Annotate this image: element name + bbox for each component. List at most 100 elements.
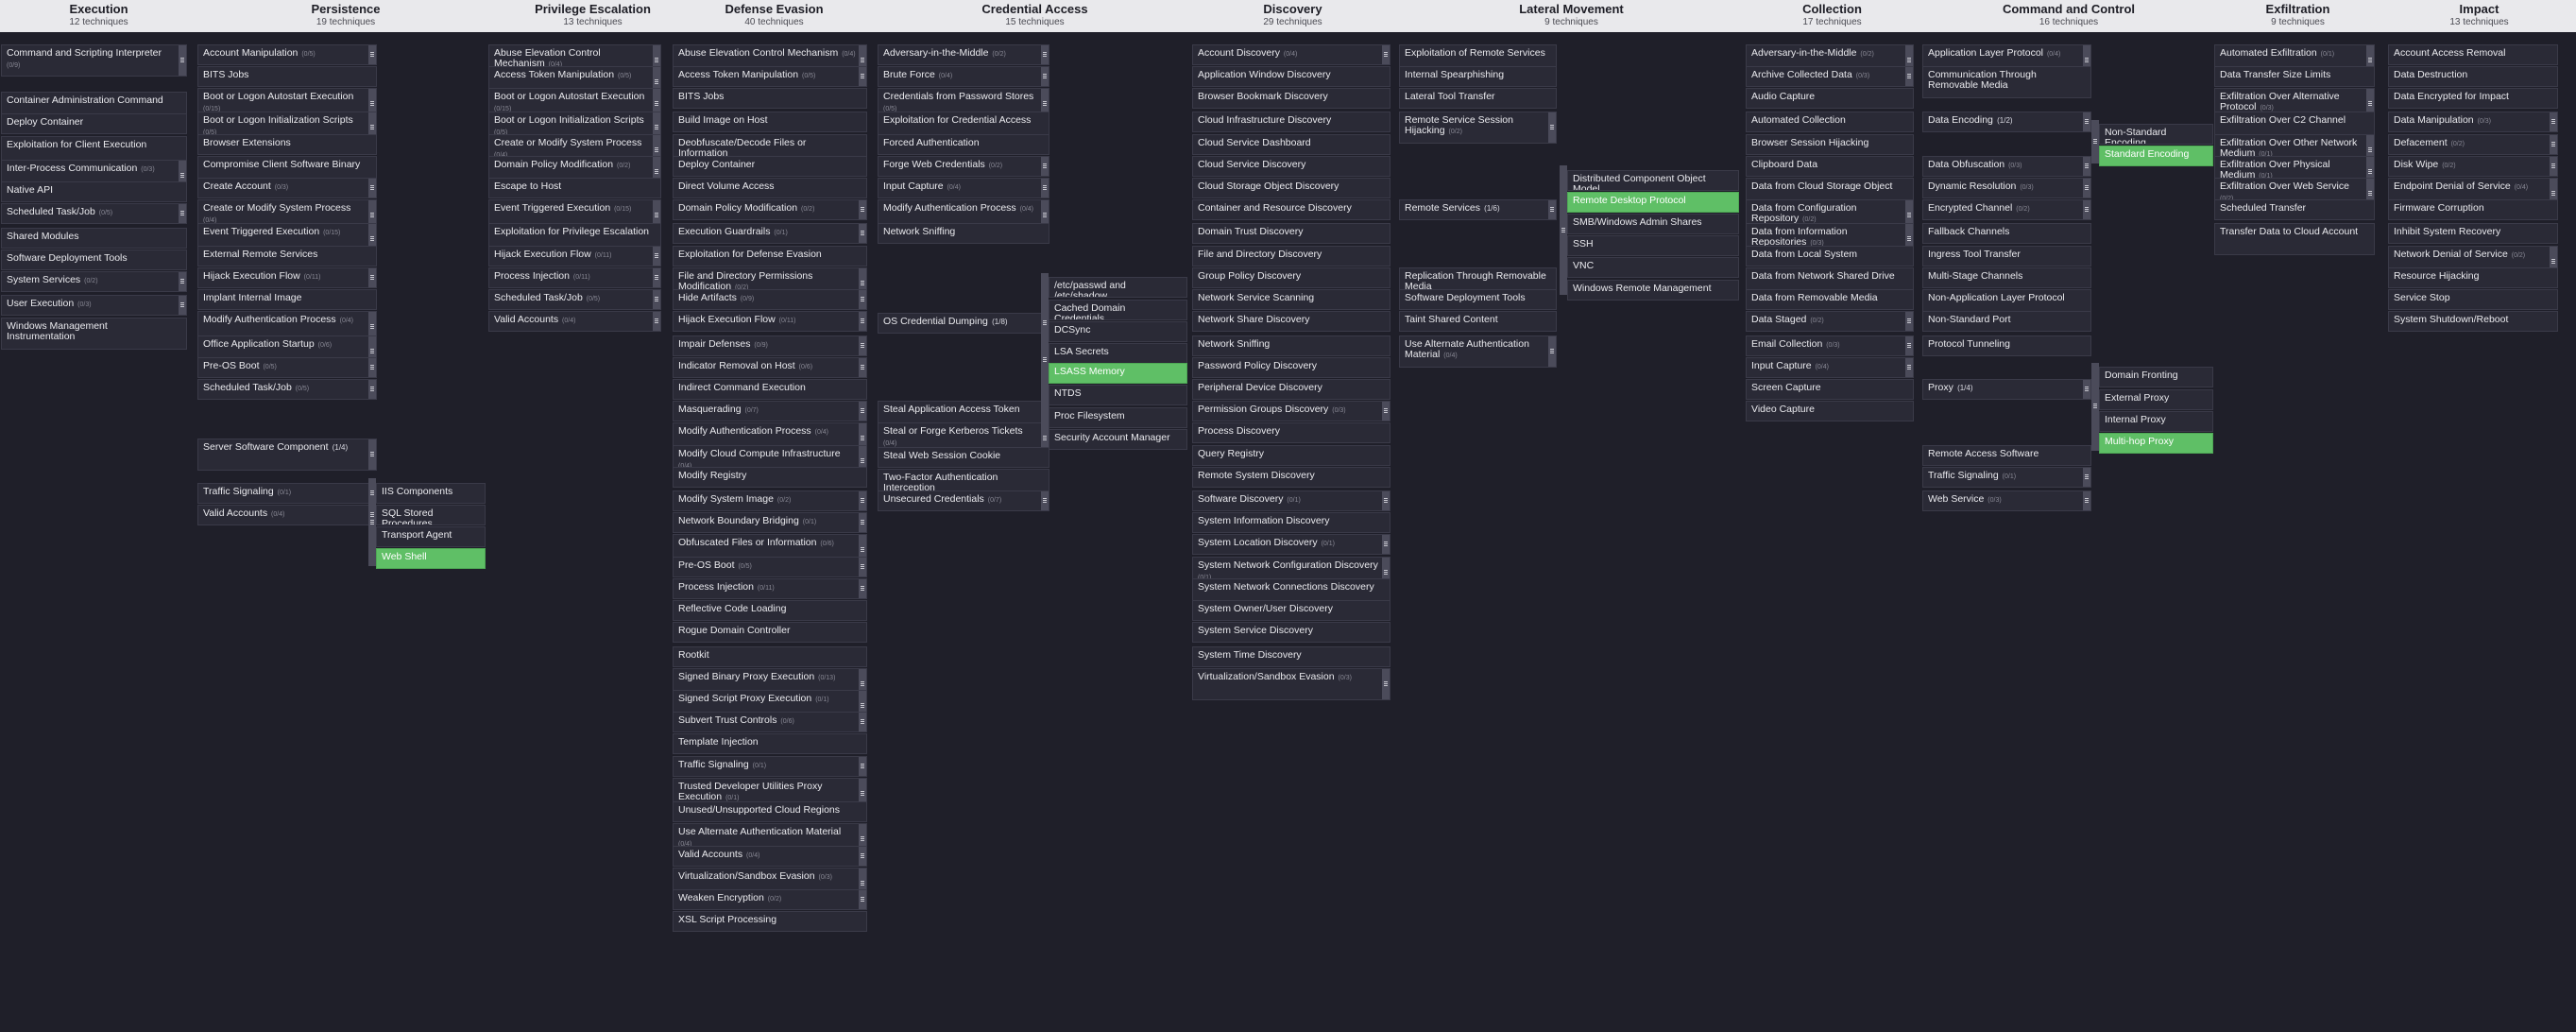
expand-handle-icon[interactable] <box>2368 146 2372 153</box>
technique-xsl-script-processing[interactable]: XSL Script Processing <box>673 911 867 933</box>
technique-cloud-infrastructure-discovery[interactable]: Cloud Infrastructure Discovery <box>1192 112 1390 133</box>
expand-handle-icon[interactable] <box>370 511 374 518</box>
technique-steal-web-session-cookie[interactable]: Steal Web Session Cookie <box>878 446 1049 468</box>
subtechnique-lsa-secrets[interactable]: LSA Secrets <box>1049 343 1187 365</box>
technique-build-image-on-host[interactable]: Build Image on Host <box>673 112 867 133</box>
expand-handle-icon[interactable] <box>861 73 864 79</box>
technique-input-capture[interactable]: Input Capture (0/4) <box>1746 356 1914 378</box>
expand-handle-icon[interactable] <box>2368 57 2372 63</box>
tactic-header-credential-access[interactable]: Credential Access 15 techniques <box>874 0 1196 28</box>
technique-input-capture[interactable]: Input Capture (0/4) <box>878 177 1049 198</box>
expand-handle-icon[interactable] <box>180 279 184 285</box>
technique-audio-capture[interactable]: Audio Capture <box>1746 88 1914 110</box>
technique-virtualization-sandbox-evasion[interactable]: Virtualization/Sandbox Evasion (0/3) <box>1192 667 1390 700</box>
technique-query-registry[interactable]: Query Registry <box>1192 444 1390 466</box>
technique-account-manipulation[interactable]: Account Manipulation (0/5) <box>197 43 377 65</box>
technique-transfer-data-to-cloud-account[interactable]: Transfer Data to Cloud Account <box>2214 223 2375 256</box>
expand-handle-icon[interactable] <box>2085 498 2089 505</box>
subtechnique-sidebar[interactable] <box>2091 363 2099 451</box>
expand-handle-icon[interactable] <box>1043 213 1047 219</box>
expand-handle-icon[interactable] <box>370 348 374 354</box>
collapse-handle-icon[interactable] <box>1043 356 1047 363</box>
expand-handle-icon[interactable] <box>861 520 864 526</box>
technique-defacement[interactable]: Defacement (0/2) <box>2388 133 2558 155</box>
technique-template-injection[interactable]: Template Injection <box>673 733 867 755</box>
technique-system-information-discovery[interactable]: System Information Discovery <box>1192 512 1390 534</box>
expand-handle-icon[interactable] <box>861 57 864 63</box>
expand-handle-icon[interactable] <box>1907 342 1911 349</box>
expand-handle-icon[interactable] <box>861 585 864 592</box>
technique-hide-artifacts[interactable]: Hide Artifacts (0/9) <box>673 289 867 311</box>
technique-disk-wipe[interactable]: Disk Wipe (0/2) <box>2388 155 2558 177</box>
technique-permission-groups-discovery[interactable]: Permission Groups Discovery (0/3) <box>1192 401 1390 422</box>
expand-handle-icon[interactable] <box>655 146 658 153</box>
technique-remote-services[interactable]: Remote Services (1/6) <box>1399 199 1557 221</box>
technique-subvert-trust-controls[interactable]: Subvert Trust Controls (0/6) <box>673 712 867 733</box>
technique-data-destruction[interactable]: Data Destruction <box>2388 65 2558 87</box>
expand-handle-icon[interactable] <box>655 318 658 325</box>
expand-handle-icon[interactable] <box>2368 168 2372 175</box>
tactic-header-impact[interactable]: Impact 13 techniques <box>2384 0 2574 28</box>
technique-system-service-discovery[interactable]: System Service Discovery <box>1192 622 1390 644</box>
expand-handle-icon[interactable] <box>1043 101 1047 108</box>
technique-pre-os-boot[interactable]: Pre-OS Boot (0/5) <box>197 356 377 378</box>
subtechnique-dcsync[interactable]: DCSync <box>1049 320 1187 342</box>
expand-handle-icon[interactable] <box>180 211 184 217</box>
expand-handle-icon[interactable] <box>1384 680 1388 687</box>
technique-weaken-encryption[interactable]: Weaken Encryption (0/2) <box>673 888 867 910</box>
expand-handle-icon[interactable] <box>861 280 864 286</box>
expand-handle-icon[interactable] <box>655 57 658 63</box>
technique-modify-registry[interactable]: Modify Registry <box>673 466 867 488</box>
technique-windows-management-instrumentation[interactable]: Windows Management Instrumentation <box>1 317 187 350</box>
expand-handle-icon[interactable] <box>370 324 374 331</box>
expand-handle-icon[interactable] <box>655 213 658 219</box>
expand-handle-icon[interactable] <box>1907 318 1911 325</box>
technique-process-injection[interactable]: Process Injection (0/11) <box>488 267 661 288</box>
technique-data-encoding[interactable]: Data Encoding (1/2) <box>1922 112 2091 133</box>
technique-escape-to-host[interactable]: Escape to Host <box>488 177 661 198</box>
expand-handle-icon[interactable] <box>655 252 658 259</box>
technique-direct-volume-access[interactable]: Direct Volume Access <box>673 177 867 198</box>
technique-data-from-local-system[interactable]: Data from Local System <box>1746 245 1914 267</box>
technique-rogue-domain-controller[interactable]: Rogue Domain Controller <box>673 622 867 644</box>
expand-handle-icon[interactable] <box>1043 73 1047 79</box>
technique-communication-through-removable-media[interactable]: Communication Through Removable Media <box>1922 65 2091 98</box>
technique-use-alternate-authentication-material[interactable]: Use Alternate Authentication Material (0… <box>1399 335 1557 368</box>
technique-protocol-tunneling[interactable]: Protocol Tunneling <box>1922 335 2091 356</box>
technique-service-stop[interactable]: Service Stop <box>2388 289 2558 311</box>
subtechnique-security-account-manager[interactable]: Security Account Manager <box>1049 428 1187 450</box>
subtechnique-lsass-memory[interactable]: LSASS Memory <box>1049 363 1187 385</box>
expand-handle-icon[interactable] <box>2085 184 2089 191</box>
technique-file-and-directory-discovery[interactable]: File and Directory Discovery <box>1192 245 1390 267</box>
expand-handle-icon[interactable] <box>861 563 864 570</box>
technique-system-time-discovery[interactable]: System Time Discovery <box>1192 645 1390 667</box>
subtechnique-sidebar[interactable] <box>1560 165 1567 296</box>
expand-handle-icon[interactable] <box>655 274 658 281</box>
technique-native-api[interactable]: Native API <box>1 181 187 203</box>
subtechnique-web-shell[interactable]: Web Shell <box>376 548 486 570</box>
expand-handle-icon[interactable] <box>1384 542 1388 548</box>
expand-handle-icon[interactable] <box>1907 213 1911 219</box>
technique-valid-accounts[interactable]: Valid Accounts (0/4) <box>197 504 377 525</box>
expand-handle-icon[interactable] <box>1384 51 1388 58</box>
technique-rootkit[interactable]: Rootkit <box>673 645 867 667</box>
tactic-header-collection[interactable]: Collection 17 techniques <box>1746 0 1919 28</box>
subtechnique-transport-agent[interactable]: Transport Agent <box>376 526 486 548</box>
technique-encrypted-channel[interactable]: Encrypted Channel (0/2) <box>1922 199 2091 221</box>
technique-execution-guardrails[interactable]: Execution Guardrails (0/1) <box>673 223 867 245</box>
technique-external-remote-services[interactable]: External Remote Services <box>197 245 377 267</box>
technique-group-policy-discovery[interactable]: Group Policy Discovery <box>1192 267 1390 288</box>
expand-handle-icon[interactable] <box>2085 163 2089 169</box>
subtechnique-internal-proxy[interactable]: Internal Proxy <box>2099 410 2213 432</box>
expand-handle-icon[interactable] <box>2551 119 2555 126</box>
subtechnique-standard-encoding[interactable]: Standard Encoding <box>2099 146 2213 167</box>
technique-scheduled-task-job[interactable]: Scheduled Task/Job (0/5) <box>1 203 187 225</box>
technique-remote-access-software[interactable]: Remote Access Software <box>1922 444 2091 466</box>
subtechnique-vnc[interactable]: VNC <box>1567 257 1739 279</box>
expand-handle-icon[interactable] <box>1043 320 1047 327</box>
expand-handle-icon[interactable] <box>861 836 864 843</box>
expand-handle-icon[interactable] <box>1907 236 1911 243</box>
technique-multi-stage-channels[interactable]: Multi-Stage Channels <box>1922 267 2091 288</box>
expand-handle-icon[interactable] <box>370 184 374 191</box>
technique-remote-service-session-hijacking[interactable]: Remote Service Session Hijacking (0/2) <box>1399 112 1557 145</box>
